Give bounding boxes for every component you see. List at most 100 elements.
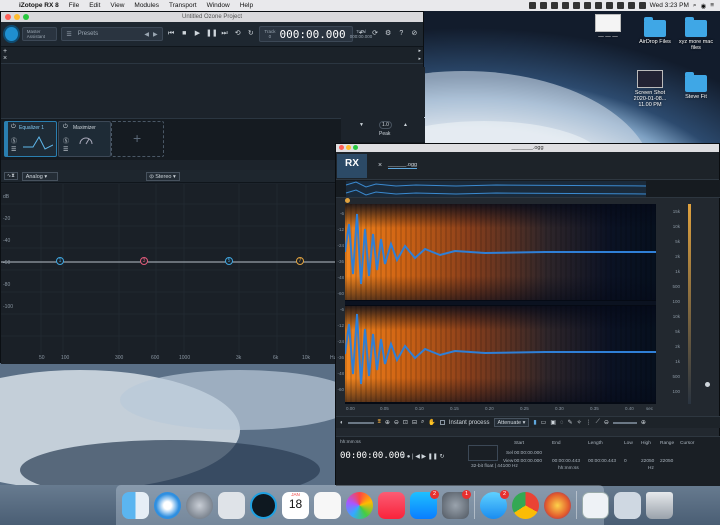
harmonic-select-icon[interactable]: ⋮: [586, 419, 592, 426]
history-icon[interactable]: ⟳: [370, 29, 379, 39]
stop-icon[interactable]: ■: [180, 29, 189, 39]
minimize-window-button[interactable]: [14, 14, 20, 20]
zoom-out-horizontal-icon[interactable]: ⊖: [604, 419, 609, 426]
close-window-button[interactable]: [5, 14, 11, 20]
status-app-icon[interactable]: [561, 2, 569, 9]
eq-node-3[interactable]: 3: [140, 257, 148, 265]
waveform-toggle-icon[interactable]: ◐: [340, 420, 344, 426]
close-icon[interactable]: ×: [3, 55, 7, 62]
bypass-icon[interactable]: ⊘: [410, 29, 419, 39]
time-freq-select-icon[interactable]: ▣: [550, 419, 556, 426]
loop-icon[interactable]: ⟲: [233, 29, 242, 39]
presets-dropdown[interactable]: ☰ Presets ◀ ▶: [61, 27, 163, 41]
file-tab[interactable]: ______.ogg: [388, 162, 418, 169]
volume-icon[interactable]: [616, 2, 624, 9]
siri-icon[interactable]: ◉: [701, 2, 707, 10]
stereo-select[interactable]: ⦶ Stereo ▾: [145, 171, 180, 181]
add-module-slot[interactable]: +: [111, 121, 164, 157]
settings-icon[interactable]: ⚙: [384, 29, 393, 39]
menu-transport[interactable]: Transport: [164, 2, 202, 9]
transport-controls[interactable]: ⊙ ● | ◀ ▶ ❚❚ ↻: [400, 453, 445, 460]
system-prefs-icon[interactable]: 1: [442, 489, 471, 519]
eq-node-5[interactable]: 5: [225, 257, 233, 265]
downloads-icon[interactable]: [614, 491, 641, 519]
desktop-icon-mac-files[interactable]: xyz more mac files: [674, 17, 718, 51]
migration-icon[interactable]: [218, 491, 245, 519]
next-preset-icon[interactable]: ▶: [153, 31, 158, 38]
menu-help[interactable]: Help: [235, 2, 258, 9]
instant-process-checkbox[interactable]: [439, 420, 445, 425]
wifi-icon[interactable]: [605, 2, 613, 9]
eq-mode-toggle-icon[interactable]: ∿⧗: [4, 172, 18, 180]
list-icon[interactable]: ☰: [63, 146, 68, 153]
pause-icon[interactable]: ❚❚: [206, 29, 218, 39]
vertical-zoom-handle[interactable]: [705, 382, 710, 387]
zoom-fit-icon[interactable]: ⊟: [412, 419, 417, 426]
status-app-icon[interactable]: [528, 2, 536, 9]
horizontal-zoom-slider[interactable]: [612, 421, 637, 424]
app-store-icon[interactable]: 2: [410, 489, 439, 519]
menu-file[interactable]: File: [64, 2, 84, 9]
chrome-icon[interactable]: [512, 491, 539, 519]
zoom-tool-icon[interactable]: ⌕: [421, 419, 424, 426]
izotope-icon[interactable]: [250, 491, 277, 519]
status-app-icon[interactable]: [539, 2, 547, 9]
master-assistant-button[interactable]: Master Assistant: [21, 27, 58, 41]
zoom-in-horizontal-icon[interactable]: ⊕: [641, 419, 646, 426]
window-titlebar[interactable]: Untitled Ozone Project: [1, 12, 423, 22]
eq-node-7[interactable]: 7: [296, 257, 304, 265]
zoom-window-button[interactable]: [353, 145, 358, 150]
messages-icon[interactable]: 2: [480, 489, 509, 519]
instant-process-mode-select[interactable]: Attenuate ▾: [493, 418, 530, 427]
solo-icon[interactable]: Ⓢ: [11, 136, 17, 145]
close-tab-icon[interactable]: ×: [378, 162, 382, 169]
eq-mode-select[interactable]: Analog ▾: [21, 171, 58, 181]
magic-wand-icon[interactable]: ✧: [577, 419, 582, 426]
arrow-right-icon[interactable]: ▸: [418, 56, 421, 62]
close-window-button[interactable]: [339, 145, 344, 150]
playhead-marker[interactable]: [345, 198, 350, 203]
safari-icon[interactable]: [154, 491, 181, 519]
arrow-down-icon[interactable]: ▼: [359, 122, 364, 128]
power-icon[interactable]: ⏻: [63, 124, 68, 131]
desktop-icon-airdrop[interactable]: AirDrop Files: [633, 17, 677, 45]
freq-select-icon[interactable]: ▭: [541, 419, 547, 426]
undo-icon[interactable]: ↶: [357, 29, 366, 39]
eq-node-1[interactable]: 1: [56, 257, 64, 265]
battery-icon[interactable]: [627, 2, 635, 9]
trash-icon[interactable]: [646, 491, 673, 519]
repeat-icon[interactable]: ↻: [246, 29, 255, 39]
menu-app-name[interactable]: iZotope RX 8: [14, 2, 64, 9]
hand-tool-icon[interactable]: ✋: [428, 419, 435, 426]
arrow-up-icon[interactable]: ▲: [403, 122, 408, 128]
minimize-window-button[interactable]: [346, 145, 351, 150]
status-app-icon[interactable]: [572, 2, 580, 9]
desktop-icon-steve-fit[interactable]: Steve Fit: [674, 72, 718, 100]
preview-icon[interactable]: [582, 491, 609, 519]
power-icon[interactable]: ⏻: [11, 124, 16, 131]
reminders-icon[interactable]: [314, 491, 341, 519]
notification-center-icon[interactable]: ≡: [710, 2, 714, 9]
solo-icon[interactable]: Ⓢ: [63, 136, 69, 145]
zoom-window-button[interactable]: [23, 14, 29, 20]
zoom-out-icon[interactable]: ⊖: [394, 419, 399, 426]
status-app-icon[interactable]: [594, 2, 602, 9]
play-icon[interactable]: ▶: [193, 29, 202, 39]
menu-view[interactable]: View: [105, 2, 129, 9]
photos-icon[interactable]: [346, 491, 373, 519]
rewind-icon[interactable]: ⏮: [167, 29, 176, 39]
status-app-icon[interactable]: [550, 2, 558, 9]
brush-icon[interactable]: ✎: [568, 419, 573, 426]
calendar-icon[interactable]: JAN 18: [282, 491, 309, 519]
forward-icon[interactable]: ⏭: [220, 29, 229, 39]
finder-icon[interactable]: [122, 491, 149, 519]
eq-graph[interactable]: [1, 184, 341, 364]
vertical-zoom-slider[interactable]: [688, 204, 691, 404]
status-app-icon[interactable]: [583, 2, 591, 9]
zoom-selection-icon[interactable]: ⊡: [403, 419, 408, 426]
lasso-icon[interactable]: ◌: [560, 420, 564, 426]
waveform-overview[interactable]: [336, 180, 720, 198]
plus-icon[interactable]: +: [3, 48, 7, 55]
help-icon[interactable]: ?: [397, 29, 406, 39]
menu-modules[interactable]: Modules: [129, 2, 164, 9]
